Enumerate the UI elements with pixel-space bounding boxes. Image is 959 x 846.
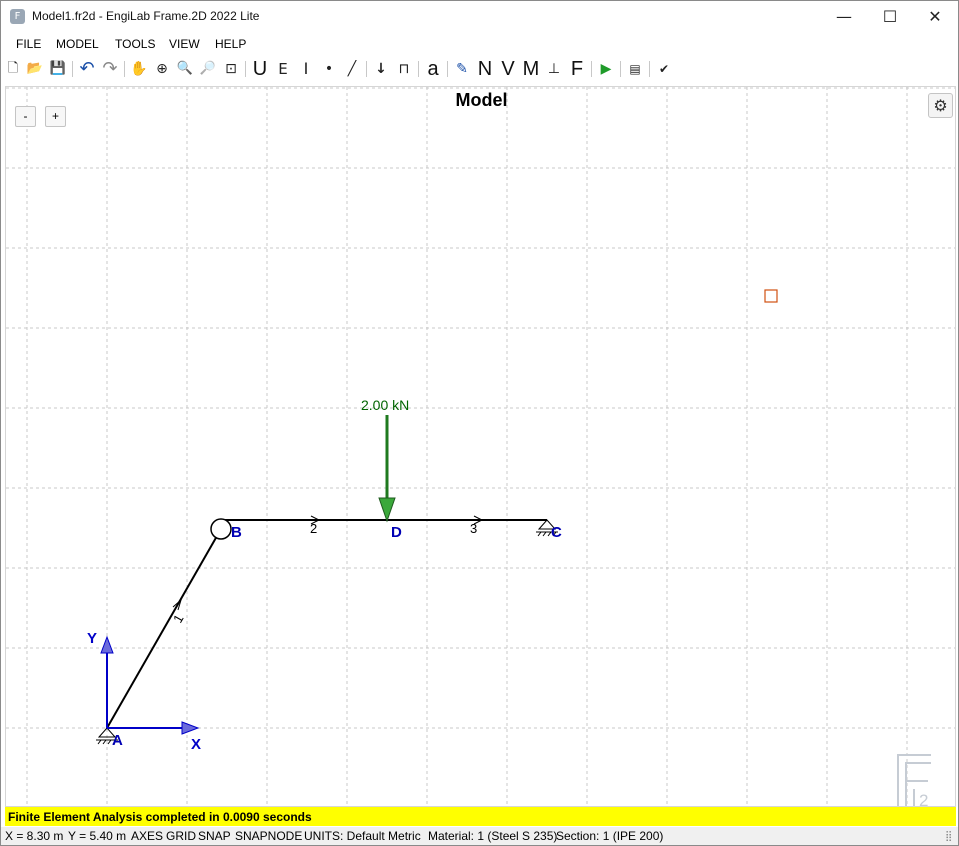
- app-logo-icon: F: [10, 9, 25, 24]
- app-window: F Model1.fr2d - EngiLab Frame.2D 2022 Li…: [0, 0, 959, 846]
- element-1[interactable]: [106, 528, 222, 729]
- menu-bar: FILE MODEL TOOLS VIEW HELP: [1, 34, 958, 54]
- menu-help[interactable]: HELP: [215, 37, 246, 51]
- toolbar-separator: [649, 61, 650, 77]
- analysis-status-bar: Finite Element Analysis completed in 0.0…: [5, 807, 956, 826]
- nodal-load-icon[interactable]: ↓: [371, 58, 391, 80]
- toolbar-separator: [72, 61, 73, 77]
- menu-model[interactable]: MODEL: [56, 37, 99, 51]
- bending-moment-icon[interactable]: M: [521, 58, 541, 80]
- grid-toggle[interactable]: GRID: [166, 829, 196, 843]
- toolbar-separator: [124, 61, 125, 77]
- report-icon[interactable]: ▤: [625, 58, 645, 80]
- model-drawing[interactable]: 1 2 3 Y X A B D C 2.00 kN 2: [6, 87, 956, 807]
- title-bar[interactable]: F Model1.fr2d - EngiLab Frame.2D 2022 Li…: [1, 1, 958, 32]
- redo-icon[interactable]: ↷: [100, 58, 120, 80]
- shear-force-icon[interactable]: V: [498, 58, 518, 80]
- toolbar-separator: [418, 61, 419, 77]
- units-icon[interactable]: U: [250, 58, 270, 80]
- node-label-d: D: [391, 524, 402, 541]
- menu-file[interactable]: FILE: [16, 37, 41, 51]
- y-axis-label: Y: [87, 630, 97, 647]
- element-3-label: 3: [470, 521, 477, 536]
- axial-force-icon[interactable]: N: [475, 58, 495, 80]
- menu-tools[interactable]: TOOLS: [115, 37, 155, 51]
- reactions-icon[interactable]: ⊥: [544, 58, 564, 80]
- material-indicator[interactable]: Material: 1 (Steel S 235): [428, 829, 557, 843]
- section-indicator[interactable]: Section: 1 (IPE 200): [556, 829, 663, 843]
- run-analysis-icon[interactable]: ▶: [596, 58, 616, 80]
- model-canvas[interactable]: 1 2 3 Y X A B D C 2.00 kN 2 Model - + ⚙: [5, 86, 956, 807]
- canvas-title: Model: [455, 90, 508, 110]
- x-axis-arrow-icon: [181, 721, 200, 735]
- save-icon[interactable]: 💾: [48, 58, 68, 80]
- label-icon[interactable]: a: [423, 58, 443, 80]
- menu-view[interactable]: VIEW: [169, 37, 200, 51]
- toolbar-separator: [447, 61, 448, 77]
- element-icon[interactable]: ╱: [342, 58, 362, 80]
- zoom-icon[interactable]: 🔍: [175, 58, 195, 80]
- forces-icon[interactable]: F: [567, 58, 587, 80]
- node-label-c: C: [551, 524, 562, 541]
- node-label-a: A: [112, 732, 123, 749]
- snapnode-toggle[interactable]: SNAPNODE: [235, 829, 302, 843]
- x-axis-label: X: [191, 736, 201, 753]
- toolbar-separator: [591, 61, 592, 77]
- undo-icon[interactable]: ↶: [77, 58, 97, 80]
- toolbar-separator: [245, 61, 246, 77]
- zoom-in-button[interactable]: +: [45, 106, 66, 127]
- toolbar: 🗋 📂 💾 ↶ ↷ ✋ ⊕ 🔍 🔎 ⊡ U E I • ╱ ↓ ⊓ a ✎ N …: [1, 56, 958, 82]
- grid-lines: [6, 87, 955, 806]
- y-axis-arrow-icon: [100, 635, 114, 654]
- element-2-label: 2: [310, 521, 317, 536]
- toolbar-separator: [620, 61, 621, 77]
- window-title: Model1.fr2d - EngiLab Frame.2D 2022 Lite: [32, 9, 260, 23]
- analysis-status-message: Finite Element Analysis completed in 0.0…: [8, 810, 312, 824]
- cursor-x-readout: X = 8.30 m: [5, 829, 64, 843]
- zoom-out-icon[interactable]: 🔎: [198, 58, 218, 80]
- cursor-marker: [764, 289, 778, 303]
- node-icon[interactable]: •: [319, 58, 339, 80]
- pan-icon[interactable]: ✋: [129, 58, 149, 80]
- cursor-y-readout: Y = 5.40 m: [68, 829, 127, 843]
- resize-grip-icon[interactable]: ⣿: [945, 831, 952, 842]
- load-arrow-icon[interactable]: [378, 497, 396, 523]
- close-button[interactable]: ✕: [912, 1, 958, 32]
- snap-toggle[interactable]: SNAP: [198, 829, 231, 843]
- element-1-label: 1: [170, 612, 187, 626]
- support-icon[interactable]: ⊓: [394, 58, 414, 80]
- material-icon[interactable]: E: [273, 58, 293, 80]
- open-file-icon[interactable]: 📂: [25, 58, 45, 80]
- f2-watermark-text: 2: [919, 791, 928, 807]
- check-icon[interactable]: ✔: [654, 58, 674, 80]
- units-indicator[interactable]: UNITS: Default Metric: [304, 829, 421, 843]
- node-label-b: B: [231, 524, 242, 541]
- load-label: 2.00 kN: [361, 397, 409, 413]
- edit-icon[interactable]: ✎: [452, 58, 472, 80]
- settings-gear-icon[interactable]: ⚙: [928, 93, 953, 118]
- axes-toggle[interactable]: AXES: [131, 829, 163, 843]
- zoom-window-icon[interactable]: ⊕: [152, 58, 172, 80]
- new-file-icon[interactable]: 🗋: [3, 58, 23, 80]
- minimize-button[interactable]: —: [821, 1, 867, 32]
- maximize-button[interactable]: ☐: [867, 1, 913, 32]
- toolbar-separator: [366, 61, 367, 77]
- section-icon[interactable]: I: [296, 58, 316, 80]
- info-status-bar: X = 8.30 m Y = 5.40 m AXES GRID SNAP SNA…: [1, 827, 958, 845]
- zoom-out-button[interactable]: -: [15, 106, 36, 127]
- zoom-extents-icon[interactable]: ⊡: [221, 58, 241, 80]
- hinge-node-b[interactable]: [210, 518, 232, 540]
